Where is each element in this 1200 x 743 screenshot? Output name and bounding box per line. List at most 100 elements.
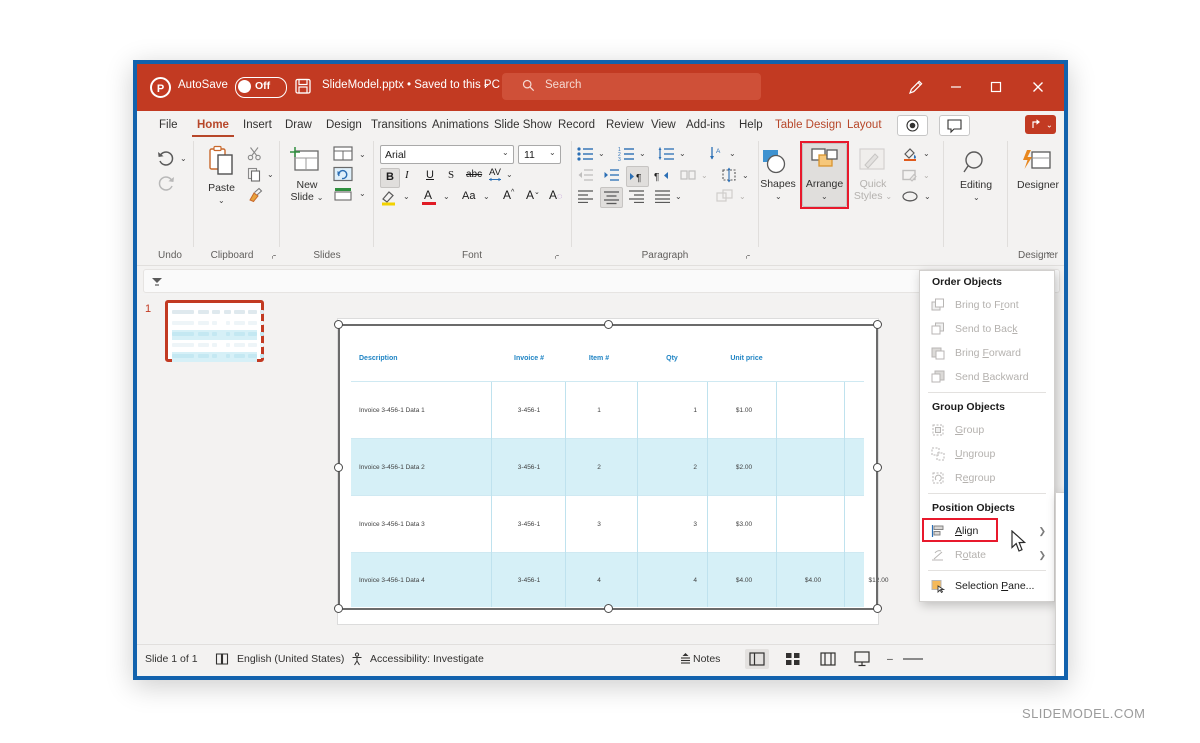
submenu-item-align-center[interactable]: Align Center [1056, 518, 1064, 543]
sort-icon[interactable]: A [709, 146, 725, 161]
numbering-chevron-icon[interactable]: ⌄ [639, 149, 646, 158]
align-text-icon[interactable] [720, 167, 738, 183]
selection-handle-bottom-left[interactable] [334, 604, 343, 613]
shapes-label[interactable]: Shapes [757, 178, 799, 190]
tab-file[interactable]: File [154, 115, 183, 135]
tab-help[interactable]: Help [734, 115, 768, 135]
minimize-button[interactable] [945, 76, 967, 98]
clear-formatting-button[interactable]: A◌ [549, 188, 562, 202]
share-button[interactable]: ⌄ [1025, 115, 1056, 134]
tab-transitions[interactable]: Transitions [366, 115, 432, 135]
text-shadow-button[interactable]: S [448, 169, 454, 181]
font-name-input[interactable]: Arial [380, 145, 514, 164]
font-color-icon[interactable]: A [424, 188, 432, 202]
tab-draw[interactable]: Draw [280, 115, 317, 135]
justify-chevron-icon[interactable]: ⌄ [675, 192, 682, 201]
notes-page-icon[interactable] [215, 652, 229, 666]
rtl-icon[interactable]: ¶ [653, 168, 671, 183]
undo-icon[interactable] [155, 147, 177, 169]
view-slide-sorter-button[interactable] [781, 649, 805, 669]
selection-handle-top-right[interactable] [873, 320, 882, 329]
undo-chevron-icon[interactable]: ⌄ [180, 154, 187, 163]
ribbon-expand-chevron-icon[interactable]: ⌄ [1045, 247, 1052, 256]
zoom-out-button[interactable]: – [887, 653, 893, 665]
shape-effects-chevron-icon[interactable]: ⌄ [924, 192, 931, 201]
new-slide-chevron-icon[interactable]: ⌄ [317, 193, 324, 202]
selection-handle-top-left[interactable] [334, 320, 343, 329]
submenu-item-align-top[interactable]: Align Top [1056, 574, 1064, 599]
section-icon[interactable] [333, 186, 353, 202]
notes-icon[interactable] [679, 652, 692, 665]
paste-icon[interactable] [206, 145, 236, 179]
table-row[interactable]: Invoice 3-456-1 Data 1 3-456-1 1 1 $1.00 [351, 382, 864, 438]
accessibility-label[interactable]: Accessibility: Investigate [370, 653, 484, 665]
justify-icon[interactable] [654, 189, 671, 203]
slide-count-label[interactable]: Slide 1 of 1 [145, 653, 198, 665]
search-box[interactable]: Search [502, 73, 761, 100]
numbered-list-icon[interactable]: 1 2 3 [618, 146, 635, 161]
text-highlight-chevron-icon[interactable]: ⌄ [403, 192, 410, 201]
tab-layout[interactable]: Layout [842, 115, 887, 135]
submenu-item-align-right[interactable]: Align Right [1056, 542, 1064, 567]
selection-handle-top-center[interactable] [604, 320, 613, 329]
designer-icon[interactable] [1022, 149, 1052, 175]
menu-item-selection-pane[interactable]: Selection Pane... [920, 574, 1054, 598]
collapse-ribbon-icon[interactable] [150, 274, 164, 288]
align-center-button[interactable] [600, 187, 623, 208]
table-row[interactable]: Invoice 3-456-1 Data 2 3-456-1 2 2 $2.00 [351, 439, 864, 495]
text-highlight-icon[interactable] [380, 189, 398, 206]
table-header-row[interactable]: Description Invoice # Item # Qty Unit pr… [351, 336, 864, 381]
copy-icon[interactable] [247, 167, 262, 182]
shapes-icon[interactable] [759, 147, 791, 175]
editing-chevron-icon[interactable]: ⌄ [973, 193, 980, 202]
view-reading-button[interactable] [816, 649, 840, 669]
italic-button[interactable]: I [405, 169, 409, 181]
bullet-list-icon[interactable] [577, 146, 594, 161]
paste-label[interactable]: Paste [199, 182, 244, 194]
shape-fill-chevron-icon[interactable]: ⌄ [923, 149, 930, 158]
selection-handle-middle-right[interactable] [873, 463, 882, 472]
slide-canvas[interactable]: Description Invoice # Item # Qty Unit pr… [334, 318, 888, 625]
editing-label[interactable]: Editing [953, 179, 999, 191]
tab-slide-show[interactable]: Slide Show [489, 115, 557, 135]
scissors-icon[interactable] [247, 146, 262, 161]
selection-handle-bottom-center[interactable] [604, 604, 613, 613]
maximize-button[interactable] [985, 76, 1007, 98]
align-right-icon[interactable] [628, 189, 645, 203]
paragraph-dialog-launcher[interactable]: ⌌ [743, 250, 750, 261]
font-color-chevron-icon[interactable]: ⌄ [443, 192, 450, 201]
tab-review[interactable]: Review [601, 115, 649, 135]
change-case-button[interactable]: Aa [462, 190, 475, 202]
autosave-toggle[interactable]: Off [235, 77, 287, 98]
tab-insert[interactable]: Insert [238, 115, 277, 135]
sort-chevron-icon[interactable]: ⌄ [729, 149, 736, 158]
line-spacing-icon[interactable] [658, 146, 675, 161]
tab-view[interactable]: View [646, 115, 681, 135]
paste-chevron-icon[interactable]: ⌄ [218, 196, 225, 205]
table-row[interactable]: Invoice 3-456-1 Data 3 3-456-1 3 3 $3.00 [351, 496, 864, 552]
align-text-chevron-icon[interactable]: ⌄ [742, 171, 749, 180]
section-chevron-icon[interactable]: ⌄ [359, 189, 366, 198]
tab-add-ins[interactable]: Add-ins [681, 115, 730, 135]
align-left-icon[interactable] [577, 189, 594, 203]
view-normal-button[interactable] [745, 649, 769, 669]
submenu-item-align-bottom[interactable]: Align Bottom [1056, 623, 1064, 648]
submenu-item-distribute-horizontally[interactable]: Distribute Horizontally [1056, 654, 1064, 676]
clipboard-dialog-launcher[interactable]: ⌌ [269, 250, 276, 261]
change-case-chevron-icon[interactable]: ⌄ [483, 192, 490, 201]
slide-thumbnail-1[interactable] [165, 300, 264, 362]
bold-button[interactable]: B [380, 168, 400, 188]
designer-label[interactable]: Designer [1013, 179, 1063, 191]
notes-label[interactable]: Notes [693, 653, 720, 665]
language-label[interactable]: English (United States) [237, 653, 344, 665]
zoom-slider[interactable] [903, 658, 923, 660]
format-painter-icon[interactable] [247, 187, 263, 203]
font-dialog-launcher[interactable]: ⌌ [552, 250, 559, 261]
shape-effects-icon[interactable] [901, 189, 919, 204]
tab-record[interactable]: Record [553, 115, 600, 135]
line-spacing-chevron-icon[interactable]: ⌄ [679, 149, 686, 158]
selection-handle-middle-left[interactable] [334, 463, 343, 472]
layout-icon[interactable] [333, 146, 353, 161]
view-slideshow-button[interactable] [850, 649, 874, 669]
decrease-font-size-button[interactable]: A⌄ [526, 188, 540, 202]
